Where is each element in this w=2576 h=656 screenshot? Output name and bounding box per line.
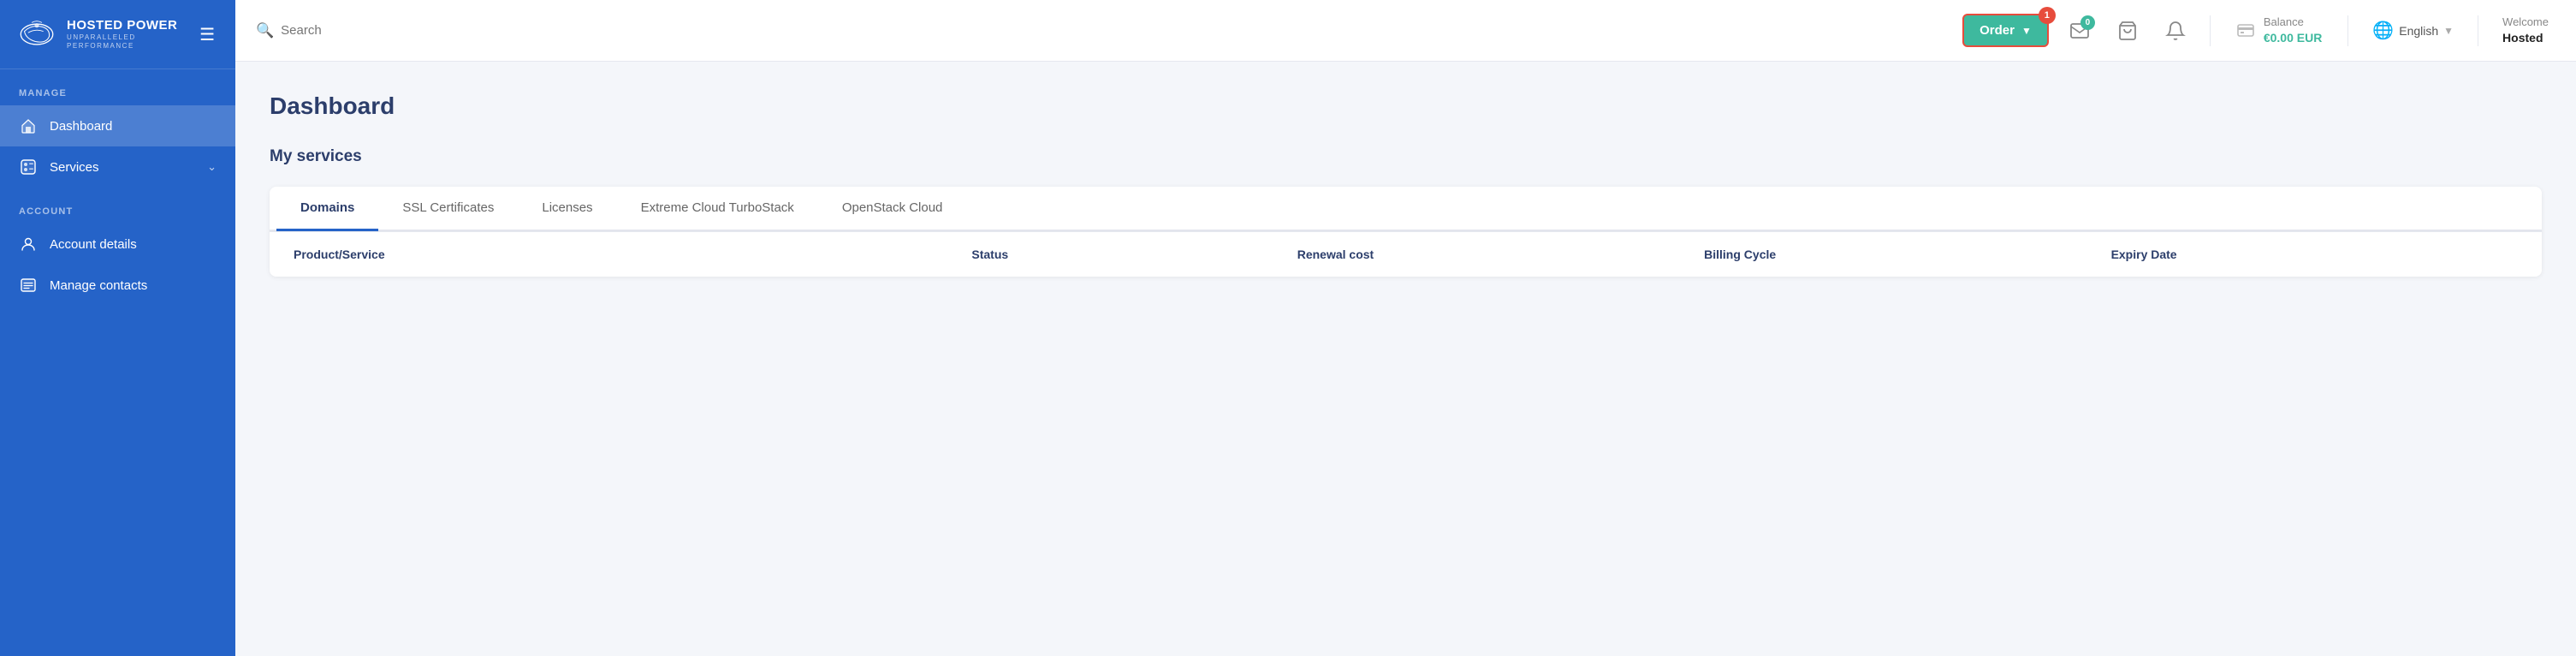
search-icon: 🔍 xyxy=(256,22,274,39)
sidebar-section-account: ACCOUNT xyxy=(0,188,235,224)
tab-ssl-label: SSL Certificates xyxy=(402,200,494,215)
welcome-label: Welcome xyxy=(2502,15,2549,30)
account-details-icon xyxy=(19,235,38,253)
language-selector[interactable]: 🌐 English ▼ xyxy=(2365,20,2460,41)
hamburger-icon: ☰ xyxy=(199,26,215,45)
sidebar-item-services[interactable]: Services ⌄ xyxy=(0,146,235,188)
sidebar-item-account-label: Account details xyxy=(50,237,217,252)
logo-text: HOSTED POWER UNPARALLELED PERFORMANCE xyxy=(67,18,186,50)
sidebar-item-manage-contacts[interactable]: Manage contacts xyxy=(0,265,235,306)
logo-sub-text: UNPARALLELED PERFORMANCE xyxy=(67,33,186,50)
table-header-row: Product/Service Status Renewal cost Bill… xyxy=(270,231,2542,277)
col-product-header: Product/Service xyxy=(294,247,971,261)
col-renewal-header: Renewal cost xyxy=(1297,247,1704,261)
tab-licenses-label: Licenses xyxy=(542,200,592,215)
tab-ssl-certificates[interactable]: SSL Certificates xyxy=(378,187,518,231)
cart-icon xyxy=(2117,21,2138,41)
tab-extreme-cloud[interactable]: Extreme Cloud TurboStack xyxy=(617,187,818,231)
search-input[interactable] xyxy=(281,23,452,38)
balance-info: Balance €0.00 EUR xyxy=(2264,15,2322,45)
cart-button[interactable] xyxy=(2110,14,2145,48)
sidebar-section-manage: MANAGE xyxy=(0,69,235,105)
language-chevron-icon: ▼ xyxy=(2443,25,2454,37)
sidebar-logo: HOSTED POWER UNPARALLELED PERFORMANCE ☰ xyxy=(0,0,235,69)
bell-icon xyxy=(2165,21,2186,41)
order-badge-wrapper: 1 Order ▼ xyxy=(1962,14,2049,47)
welcome-area: Welcome Hosted xyxy=(2496,15,2555,45)
notifications-button[interactable] xyxy=(2158,14,2193,48)
sidebar-item-dashboard[interactable]: Dashboard xyxy=(0,105,235,146)
sidebar-item-account-details[interactable]: Account details xyxy=(0,224,235,265)
services-section: Domains SSL Certificates Licenses Extrem… xyxy=(270,187,2542,277)
order-button-label: Order xyxy=(1979,23,2015,38)
services-tabs: Domains SSL Certificates Licenses Extrem… xyxy=(270,187,2542,231)
tab-openstack-label: OpenStack Cloud xyxy=(842,200,943,215)
main-content: Dashboard My services Domains SSL Certif… xyxy=(235,62,2576,656)
topbar: 🔍 1 Order ▼ 0 xyxy=(235,0,2576,62)
services-icon xyxy=(19,158,38,176)
sidebar: HOSTED POWER UNPARALLELED PERFORMANCE ☰ … xyxy=(0,0,235,656)
logo-main-text: HOSTED POWER xyxy=(67,18,186,33)
globe-icon: 🌐 xyxy=(2372,20,2394,41)
balance-value: €0.00 EUR xyxy=(2264,30,2322,45)
logo-icon xyxy=(17,15,56,53)
balance-label: Balance xyxy=(2264,15,2322,30)
welcome-name: Hosted xyxy=(2502,30,2549,45)
col-expiry-header: Expiry Date xyxy=(2111,247,2518,261)
tab-extreme-cloud-label: Extreme Cloud TurboStack xyxy=(641,200,794,215)
order-badge: 1 xyxy=(2039,7,2056,24)
manage-contacts-icon xyxy=(19,276,38,295)
services-table: Product/Service Status Renewal cost Bill… xyxy=(270,231,2542,277)
order-button[interactable]: Order ▼ xyxy=(1962,14,2049,47)
services-chevron-icon: ⌄ xyxy=(207,160,217,174)
tab-domains[interactable]: Domains xyxy=(276,187,378,231)
main-area: 🔍 1 Order ▼ 0 xyxy=(235,0,2576,656)
messages-button[interactable]: 0 xyxy=(2063,14,2097,48)
tab-licenses[interactable]: Licenses xyxy=(518,187,616,231)
sidebar-item-dashboard-label: Dashboard xyxy=(50,119,217,134)
topbar-divider-2 xyxy=(2347,15,2348,46)
balance-area: Balance €0.00 EUR xyxy=(2228,15,2330,45)
balance-icon xyxy=(2236,21,2255,39)
page-title: Dashboard xyxy=(270,92,2542,120)
messages-badge: 0 xyxy=(2080,15,2095,30)
search-area: 🔍 xyxy=(256,22,684,39)
sidebar-item-services-label: Services xyxy=(50,160,195,175)
hamburger-button[interactable]: ☰ xyxy=(196,21,218,49)
topbar-divider-1 xyxy=(2210,15,2211,46)
tab-openstack-cloud[interactable]: OpenStack Cloud xyxy=(818,187,967,231)
col-status-header: Status xyxy=(971,247,1297,261)
order-chevron-icon: ▼ xyxy=(2021,25,2032,37)
sidebar-item-contacts-label: Manage contacts xyxy=(50,278,217,293)
tab-domains-label: Domains xyxy=(300,200,354,215)
services-section-title: My services xyxy=(270,147,2542,166)
home-icon xyxy=(19,116,38,135)
col-billing-header: Billing Cycle xyxy=(1704,247,2110,261)
language-label: English xyxy=(2399,24,2438,38)
